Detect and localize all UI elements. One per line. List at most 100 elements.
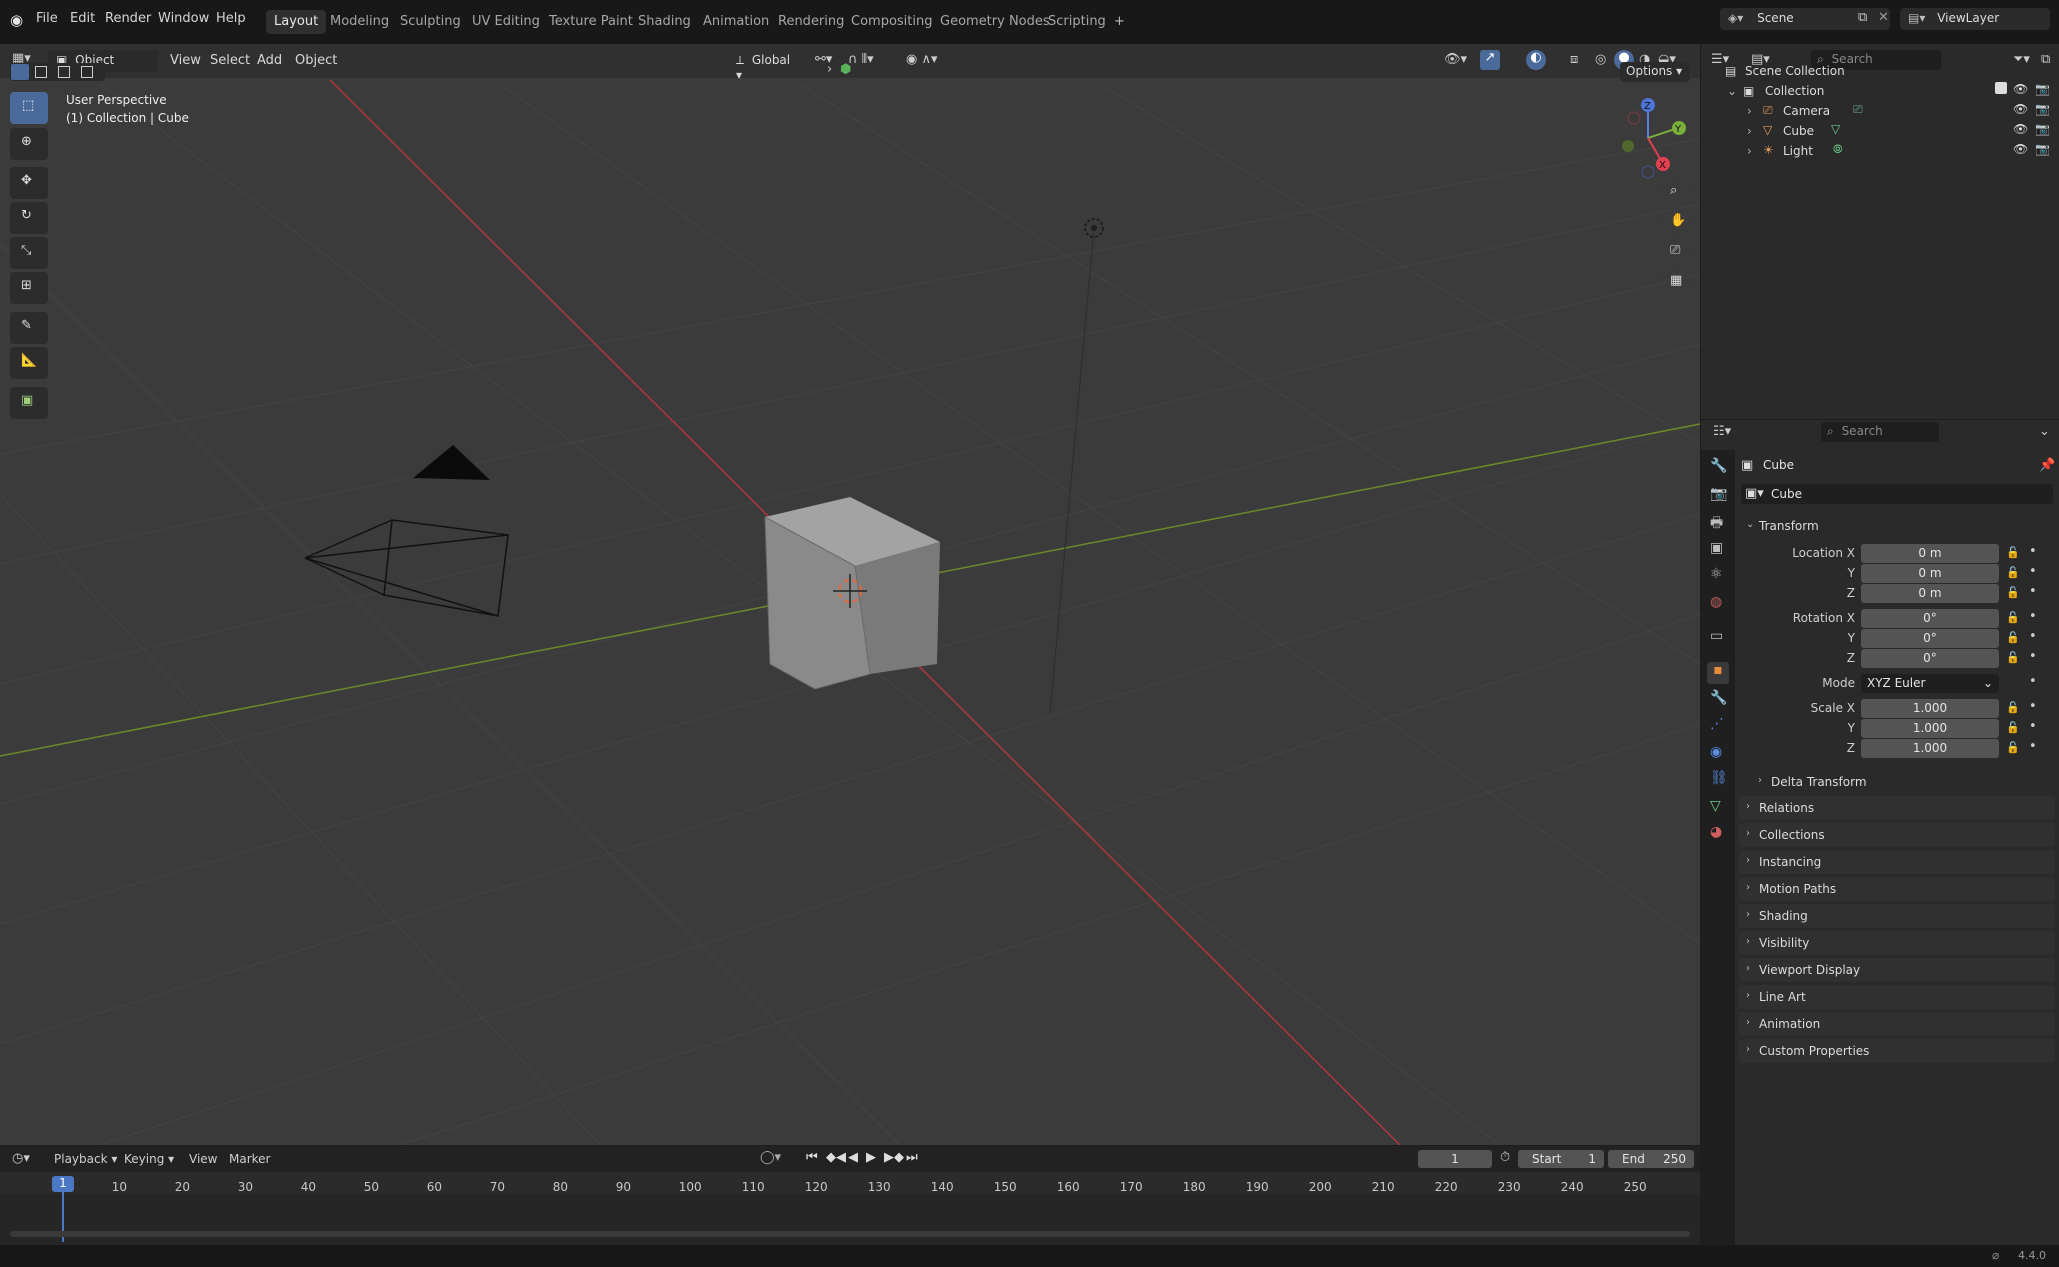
camera-view-button[interactable]: ⎚	[1663, 238, 1691, 266]
menu-render[interactable]: Render	[105, 11, 151, 26]
data-tab-icon[interactable]: ▽	[1710, 798, 1721, 814]
visibility-eye-icon[interactable]: 👁	[2013, 142, 2028, 156]
play-reverse-icon[interactable]: ◀	[848, 1150, 858, 1165]
panel-relations[interactable]: › Relations	[1739, 796, 2055, 820]
view-layer-tab-icon[interactable]: ▣	[1710, 540, 1723, 556]
select-new-icon[interactable]	[11, 64, 29, 80]
zoom-button[interactable]: ⌕	[1663, 178, 1691, 206]
scene-tab-icon[interactable]: ⚛	[1710, 566, 1723, 582]
keying-menu[interactable]: Keying ▾	[124, 1152, 174, 1166]
pin-icon[interactable]: 📌	[2039, 458, 2055, 473]
collection-render-camera-icon[interactable]: 📷	[2035, 82, 2050, 96]
lock-icon[interactable]: 🔓	[2006, 651, 2020, 664]
jump-to-keyframe-forward-icon[interactable]: ▶◆	[884, 1150, 904, 1165]
blender-logo-icon[interactable]: ◉	[10, 11, 23, 29]
lock-icon[interactable]: 🔓	[2006, 546, 2020, 559]
filter-icon[interactable]: ⏷▾	[2013, 52, 2030, 67]
select-extend-icon[interactable]	[35, 66, 47, 78]
cursor-tool[interactable]: ⊕	[10, 128, 48, 160]
keyframe-dot-icon[interactable]: •	[2029, 649, 2037, 664]
light-object-icon[interactable]	[1084, 218, 1104, 238]
properties-search-input[interactable]: ⌕ Search	[1821, 422, 1939, 442]
select-box-tool[interactable]: ⬚	[10, 92, 48, 124]
wireframe-shading-icon[interactable]: ◎	[1595, 52, 1606, 67]
tab-modeling[interactable]: Modeling	[322, 10, 397, 34]
particles-tab-icon[interactable]: ⋰	[1710, 716, 1724, 732]
jump-to-keyframe-back-icon[interactable]: ◆◀	[826, 1150, 846, 1165]
tab-rendering[interactable]: Rendering	[770, 10, 852, 34]
panel-motion-paths[interactable]: › Motion Paths	[1739, 877, 2055, 901]
panel-visibility[interactable]: › Visibility	[1739, 931, 2055, 955]
cube-mesh[interactable]	[764, 497, 940, 690]
overlay-toggle-icon[interactable]: ◐	[1526, 50, 1546, 70]
location-x-field[interactable]: 0 m	[1861, 544, 1999, 563]
delta-transform-subpanel[interactable]: › Delta Transform	[1751, 770, 2051, 794]
auto-keying-icon[interactable]: ◯▾	[760, 1150, 781, 1165]
menu-help[interactable]: Help	[216, 11, 246, 26]
tab-texture-paint[interactable]: Texture Paint	[541, 10, 641, 34]
render-camera-icon[interactable]: 📷	[2035, 122, 2050, 136]
render-camera-icon[interactable]: 📷	[2035, 102, 2050, 116]
rotation-mode-dropdown[interactable]: XYZ Euler ⌄	[1861, 674, 1999, 693]
lock-icon[interactable]: 🔓	[2006, 741, 2020, 754]
output-tab-icon[interactable]: 🖶	[1710, 512, 1723, 536]
lock-icon[interactable]: 🔓	[2006, 721, 2020, 734]
keyframe-dot-icon[interactable]: •	[2029, 739, 2037, 754]
scene-collection-label[interactable]: Scene Collection	[1745, 64, 1845, 78]
visibility-icon[interactable]: 👁▾	[1444, 52, 1467, 67]
panel-animation[interactable]: › Animation	[1739, 1012, 2055, 1036]
world-tab-icon[interactable]: ◍	[1710, 594, 1722, 610]
location-y-field[interactable]: 0 m	[1861, 564, 1999, 583]
marker-menu[interactable]: Marker	[229, 1152, 270, 1166]
timeline-view-menu[interactable]: View	[189, 1152, 217, 1166]
visibility-eye-icon[interactable]: 👁	[2013, 122, 2028, 136]
lock-icon[interactable]: 🔓	[2006, 701, 2020, 714]
collection-tab-icon[interactable]: ▭	[1710, 628, 1723, 644]
menu-file[interactable]: File	[36, 11, 58, 26]
transform-tool[interactable]: ⊞	[10, 272, 48, 304]
snap-icon[interactable]: ∩ ⫴▾	[848, 52, 874, 67]
tab-geometry-nodes[interactable]: Geometry Nodes	[932, 10, 1058, 34]
camera-object-icon[interactable]	[304, 445, 509, 617]
current-frame-field[interactable]: 1	[1418, 1150, 1492, 1168]
proportional-edit-icon[interactable]: ◉ ∧▾	[906, 52, 938, 67]
play-icon[interactable]: ▶	[866, 1150, 876, 1165]
start-frame-field[interactable]: Start 1	[1518, 1150, 1604, 1168]
object-tab-icon[interactable]: ▪	[1707, 662, 1729, 684]
select-intersect-icon[interactable]	[81, 66, 93, 78]
panel-viewport-display[interactable]: › Viewport Display	[1739, 958, 2055, 982]
viewlayer-selector[interactable]: ▤▾ ViewLayer	[1900, 8, 2050, 30]
keyframe-dot-icon[interactable]: •	[2029, 584, 2037, 599]
lock-icon[interactable]: 🔓	[2006, 631, 2020, 644]
lock-icon[interactable]: 🔓	[2006, 586, 2020, 599]
keyframe-dot-icon[interactable]: •	[2029, 674, 2037, 689]
perspective-toggle-button[interactable]: ▦	[1663, 268, 1691, 296]
measure-tool[interactable]: 📐	[10, 347, 48, 379]
menu-add[interactable]: Add	[257, 53, 282, 68]
visibility-eye-icon[interactable]: 👁	[2013, 102, 2028, 116]
jump-to-end-icon[interactable]: ⏭	[906, 1150, 918, 1165]
keyframe-dot-icon[interactable]: •	[2029, 564, 2037, 579]
timeline-scrollbar[interactable]	[10, 1231, 1690, 1237]
panel-line-art[interactable]: › Line Art	[1739, 985, 2055, 1009]
jump-to-start-icon[interactable]: ⏮	[806, 1150, 818, 1165]
keyframe-dot-icon[interactable]: •	[2029, 699, 2037, 714]
menu-edit[interactable]: Edit	[70, 11, 95, 26]
menu-window[interactable]: Window	[158, 11, 209, 26]
delete-scene-icon[interactable]: ✕	[1878, 10, 1889, 25]
rotate-tool[interactable]: ↻	[10, 202, 48, 234]
timeline-editor[interactable]: ◷▾ Playback ▾ Keying ▾ View Marker ◯▾ ⏮ …	[0, 1146, 1700, 1245]
modifier-tab-icon[interactable]: 🔧	[1710, 690, 1727, 706]
end-frame-field[interactable]: End 250	[1608, 1150, 1694, 1168]
transform-orientation-selector[interactable]: ⟂ Global ▾	[728, 50, 804, 82]
panel-shading[interactable]: › Shading	[1739, 904, 2055, 928]
navigation-gizmo[interactable]: Z Y X	[1600, 92, 1690, 182]
annotate-tool[interactable]: ✎	[10, 312, 48, 344]
tab-layout[interactable]: Layout	[266, 10, 327, 34]
collection-exclude-checkbox[interactable]	[1995, 82, 2007, 94]
scale-z-field[interactable]: 1.000	[1861, 739, 1999, 758]
scene-statistics-icon[interactable]: ⬢	[840, 62, 851, 77]
preview-range-icon[interactable]: ⏱	[1500, 1150, 1510, 1165]
select-subtract-icon[interactable]	[58, 66, 70, 78]
lock-icon[interactable]: 🔓	[2006, 566, 2020, 579]
